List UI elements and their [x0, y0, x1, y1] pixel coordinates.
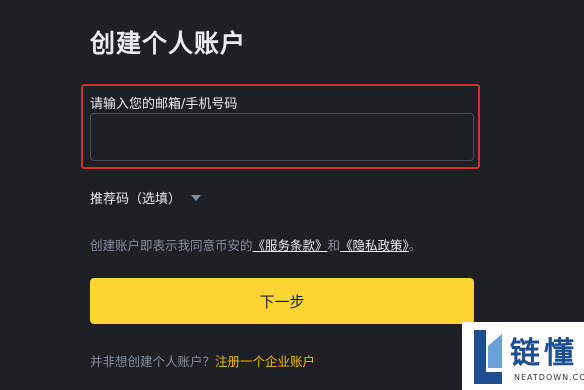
- privacy-policy-link[interactable]: 《隐私政策》: [340, 238, 409, 253]
- business-account-prompt: 并非想创建个人账户？注册一个企业账户: [90, 351, 315, 370]
- watermark-subtitle: NEATDOWN.COM: [514, 373, 584, 382]
- email-phone-input[interactable]: [90, 113, 474, 161]
- terms-notice: 创建账户即表示我同意币安的《服务条款》和《隐私政策》。: [90, 235, 421, 254]
- terms-joiner: 和: [327, 238, 341, 253]
- referral-code-label: 推荐码（选填）: [90, 192, 182, 207]
- account-field-label: 请输入您的邮箱/手机号码: [90, 97, 238, 112]
- terms-prefix: 创建账户即表示我同意币安的: [90, 238, 253, 253]
- business-prompt-text: 并非想创建个人账户？: [90, 354, 216, 369]
- terms-of-service-link[interactable]: 《服务条款》: [253, 238, 328, 253]
- watermark-logo: 链懂 NEATDOWN.COM: [462, 322, 584, 390]
- signup-page: 创建个人账户 请输入您的邮箱/手机号码 推荐码（选填） 创建账户即表示我同意币安…: [0, 0, 584, 390]
- business-account-link[interactable]: 注册一个企业账户: [215, 354, 315, 369]
- page-title: 创建个人账户: [90, 29, 247, 58]
- caret-down-icon: [191, 194, 202, 201]
- terms-suffix: 。: [408, 238, 422, 253]
- next-button[interactable]: 下一步: [90, 278, 474, 324]
- watermark-l-icon: [474, 330, 502, 384]
- referral-code-toggle[interactable]: 推荐码（选填）: [90, 188, 202, 207]
- watermark-title: 链懂: [510, 336, 578, 371]
